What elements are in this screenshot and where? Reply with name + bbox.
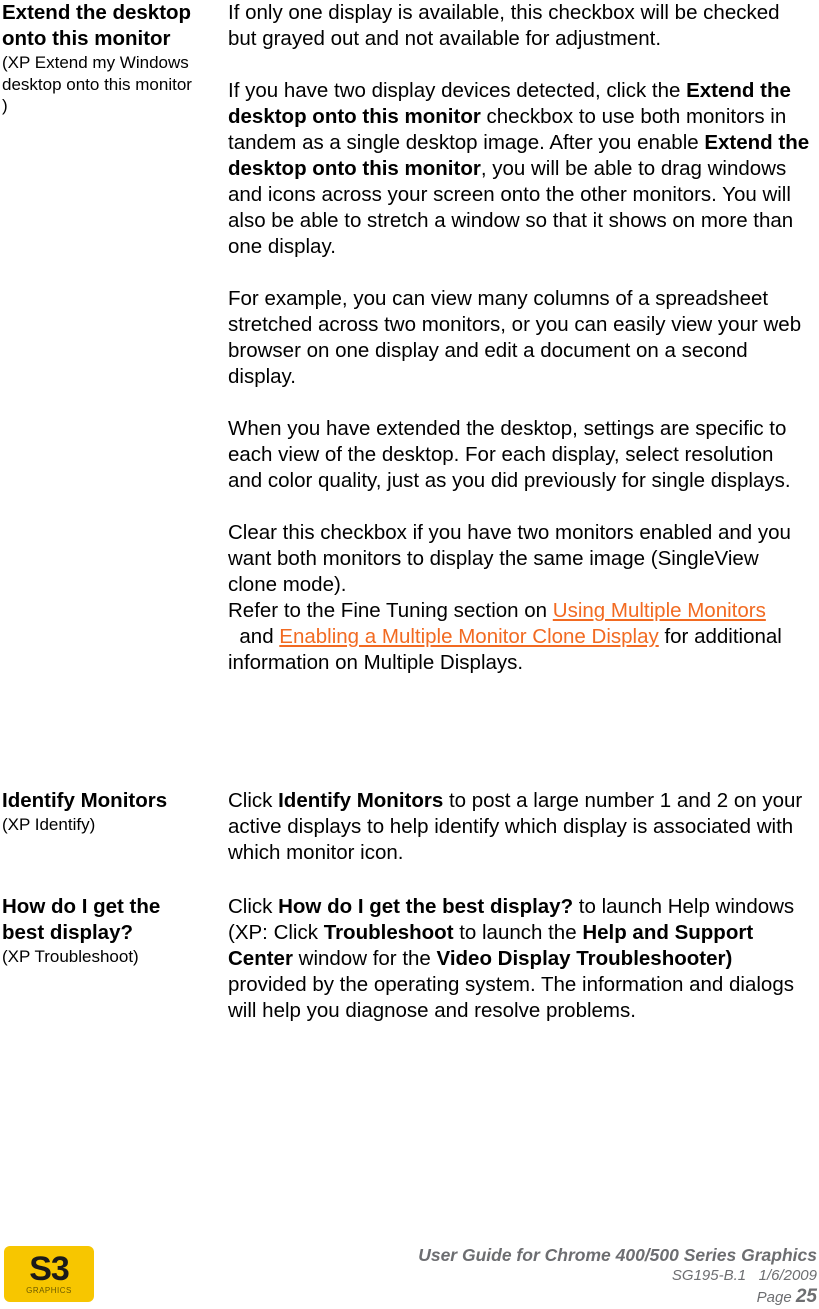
text: If you have two display devices detected… bbox=[228, 79, 687, 102]
description-column: Click How do I get the best display? to … bbox=[228, 894, 813, 1024]
term-subtitle: (XP Extend my Windows desktop onto this … bbox=[2, 53, 192, 115]
bold-term: Video Display Troubleshooter) bbox=[436, 947, 733, 970]
page-label: Page bbox=[756, 1289, 796, 1306]
text: and bbox=[228, 625, 280, 648]
term-title: Extend the desktop onto this monitor bbox=[2, 1, 192, 50]
paragraph: Clear this checkbox if you have two moni… bbox=[228, 521, 791, 596]
description-column: Click Identify Monitors to post a large … bbox=[228, 788, 813, 866]
paragraph: For example, you can view many columns o… bbox=[228, 287, 802, 388]
logo-subtext: GRAPHICS bbox=[26, 1286, 72, 1295]
link-enabling-clone-display[interactable]: Enabling a Multiple Monitor Clone Displa… bbox=[279, 625, 658, 648]
paragraph: Click How do I get the best display? to … bbox=[228, 894, 813, 1024]
term-column: How do I get the best display? (XP Troub… bbox=[2, 894, 202, 968]
paragraph: When you have extended the desktop, sett… bbox=[228, 417, 791, 492]
footer-page: Page 25 bbox=[418, 1286, 817, 1309]
bold-term: How do I get the best display? bbox=[278, 895, 574, 918]
paragraph: If only one display is available, this c… bbox=[228, 1, 780, 50]
link-using-multiple-monitors[interactable]: Using Multiple Monitors bbox=[553, 599, 766, 622]
paragraph: If you have two display devices detected… bbox=[228, 78, 813, 260]
footer-title: User Guide for Chrome 400/500 Series Gra… bbox=[418, 1245, 817, 1265]
paragraph: Click Identify Monitors to post a large … bbox=[228, 788, 813, 866]
term-title: How do I get the best display? bbox=[2, 895, 161, 944]
text: Refer to the Fine Tuning section on bbox=[228, 599, 553, 622]
text: to launch the bbox=[453, 921, 583, 944]
bold-term: Troubleshoot bbox=[323, 921, 454, 944]
s3-graphics-logo: S3 GRAPHICS bbox=[4, 1246, 94, 1302]
text: provided by the operating system. The in… bbox=[228, 973, 794, 1022]
bold-term: Identify Monitors bbox=[278, 789, 444, 812]
paragraph: Refer to the Fine Tuning section on Usin… bbox=[228, 598, 813, 676]
page-number: 25 bbox=[795, 1286, 817, 1307]
text: Click bbox=[228, 789, 279, 812]
term-column: Identify Monitors (XP Identify) bbox=[2, 788, 202, 836]
text: Click bbox=[228, 895, 279, 918]
footer: User Guide for Chrome 400/500 Series Gra… bbox=[418, 1244, 817, 1309]
footer-doc-id: SG195-B.1 1/6/2009 bbox=[671, 1267, 817, 1284]
term-column: Extend the desktop onto this monitor (XP… bbox=[2, 0, 202, 117]
text: window for the bbox=[292, 947, 437, 970]
description-column: If only one display is available, this c… bbox=[228, 0, 813, 676]
term-subtitle: (XP Troubleshoot) bbox=[2, 947, 139, 966]
term-title: Identify Monitors bbox=[2, 789, 168, 812]
term-subtitle: (XP Identify) bbox=[2, 815, 96, 834]
logo-mark: S3 bbox=[29, 1250, 70, 1288]
